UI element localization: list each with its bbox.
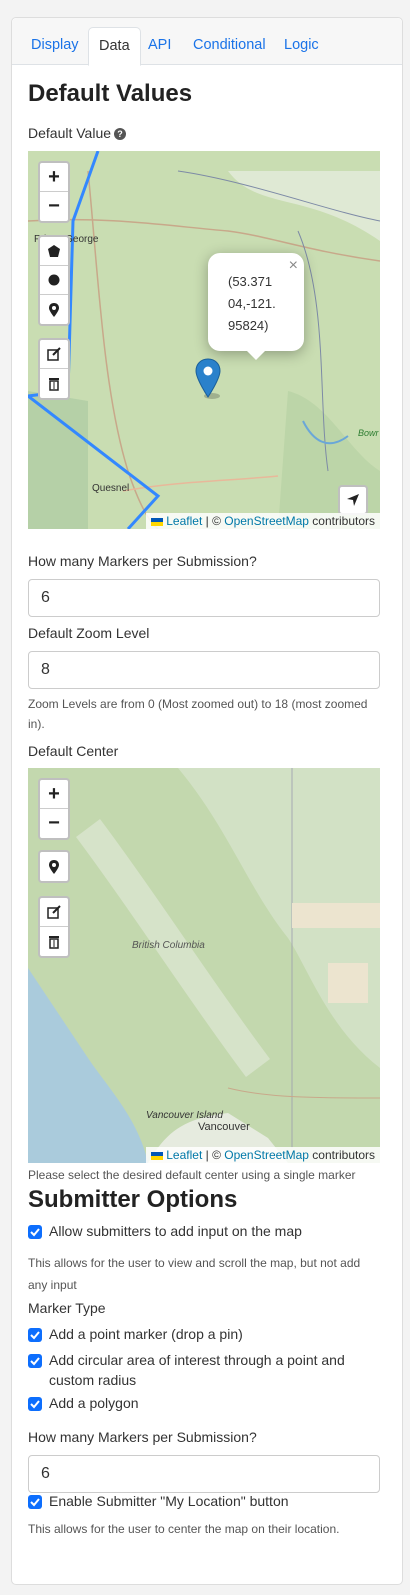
marker-popup: × (53.371 04,-121. 95824): [208, 253, 304, 360]
ukraine-flag-icon: [151, 1151, 164, 1160]
circle-area-label: Add circular area of interest through a …: [49, 1352, 345, 1388]
tab-logic[interactable]: Logic: [274, 27, 329, 65]
tab-conditional[interactable]: Conditional: [183, 27, 276, 65]
point-marker-checkbox[interactable]: [28, 1328, 42, 1342]
leaflet-link[interactable]: Leaflet: [166, 514, 202, 528]
submitter-markers-label: How many Markers per Submission?: [28, 1429, 257, 1445]
allow-input-checkbox[interactable]: [28, 1225, 42, 1239]
markers-per-submission-label: How many Markers per Submission?: [28, 553, 257, 569]
leaflet-link[interactable]: Leaflet: [166, 1148, 202, 1162]
default-center-label: Default Center: [28, 743, 119, 759]
trash-icon[interactable]: [40, 369, 68, 398]
zoom-in-icon[interactable]: +: [40, 780, 68, 809]
zoom-out-icon[interactable]: −: [40, 192, 68, 221]
submitter-options-heading: Submitter Options: [28, 1186, 238, 1213]
map-tiles: Prince George Quesnel Bowr Lake Pro Par: [28, 151, 380, 529]
edit-icon[interactable]: [40, 898, 68, 927]
default-value-label: Default Value?: [28, 125, 127, 141]
tab-display[interactable]: Display: [21, 27, 89, 65]
map-attribution-2: Leaflet | © OpenStreetMap contributors: [146, 1147, 380, 1163]
question-circle-icon[interactable]: ?: [114, 128, 127, 140]
zoom-control-2: + −: [38, 778, 70, 840]
place-vancouver-island: Vancouver Island: [146, 1110, 223, 1121]
check-icon: [30, 1331, 40, 1340]
default-value-map[interactable]: Prince George Quesnel Bowr Lake Pro Par …: [28, 151, 380, 529]
circle-area-checkbox[interactable]: [28, 1354, 42, 1368]
zoom-out-icon[interactable]: −: [40, 809, 68, 838]
polygon-checkbox[interactable]: [28, 1397, 42, 1411]
map-pin-icon[interactable]: [195, 358, 221, 400]
component-settings-panel: Display Data API Conditional Logic Defau…: [11, 17, 403, 1585]
tab-bar: Display Data API Conditional Logic: [12, 18, 402, 66]
place-british-columbia: British Columbia: [132, 940, 205, 951]
place-quesnel: Quesnel: [92, 483, 129, 494]
markers-per-submission-input[interactable]: 6: [28, 579, 380, 617]
default-values-heading: Default Values: [28, 80, 193, 107]
tab-api[interactable]: API: [138, 27, 181, 65]
check-icon: [30, 1400, 40, 1409]
zoom-in-icon[interactable]: +: [40, 163, 68, 192]
marker-type-label: Marker Type: [28, 1300, 106, 1316]
zoom-help-text: Zoom Levels are from 0 (Most zoomed out)…: [28, 697, 368, 731]
marker-icon[interactable]: [40, 852, 68, 881]
map-attribution: Leaflet | © OpenStreetMap contributors: [146, 513, 380, 529]
edit-icon[interactable]: [40, 340, 68, 369]
edit-toolbar-2: [38, 896, 70, 958]
place-bowron: Bowr Lake Pro Par: [358, 428, 380, 438]
draw-toolbar-2: [38, 850, 70, 883]
default-value-label-text: Default Value: [28, 125, 112, 141]
map-tiles-2: British Columbia Vancouver Island Vancou…: [28, 768, 380, 1163]
my-location-checkbox[interactable]: [28, 1495, 42, 1509]
default-zoom-label: Default Zoom Level: [28, 625, 150, 641]
default-center-map[interactable]: British Columbia Vancouver Island Vancou…: [28, 768, 380, 1163]
attribution-contributors: contributors: [308, 1148, 375, 1162]
tab-data[interactable]: Data: [88, 27, 141, 66]
attribution-separator: | ©: [202, 514, 225, 528]
submitter-markers-input[interactable]: 6: [28, 1455, 380, 1493]
ukraine-flag-icon: [151, 517, 164, 526]
trash-icon[interactable]: [40, 927, 68, 956]
locate-arrow-icon[interactable]: [338, 485, 368, 515]
place-vancouver: Vancouver: [198, 1121, 250, 1133]
default-zoom-input[interactable]: 8: [28, 651, 380, 689]
polygon-icon[interactable]: [40, 237, 68, 266]
check-icon: [30, 1357, 40, 1366]
zoom-control: + −: [38, 161, 70, 223]
check-icon: [30, 1228, 40, 1237]
draw-toolbar: [38, 235, 70, 326]
osm-link[interactable]: OpenStreetMap: [224, 514, 309, 528]
attribution-contributors: contributors: [308, 514, 375, 528]
check-icon: [30, 1498, 40, 1507]
circle-icon[interactable]: [40, 266, 68, 295]
allow-input-label: Allow submitters to add input on the map: [49, 1223, 302, 1239]
marker-icon[interactable]: [40, 295, 68, 324]
point-marker-label: Add a point marker (drop a pin): [49, 1326, 243, 1342]
close-icon[interactable]: ×: [289, 255, 298, 277]
attribution-separator: | ©: [202, 1148, 225, 1162]
edit-toolbar: [38, 338, 70, 400]
popup-coordinates: (53.371 04,-121. 95824): [228, 274, 276, 333]
osm-link[interactable]: OpenStreetMap: [224, 1148, 309, 1162]
my-location-help: This allows for the user to center the m…: [28, 1522, 340, 1536]
polygon-label: Add a polygon: [49, 1395, 139, 1411]
allow-input-help: This allows for the user to view and scr…: [28, 1256, 361, 1292]
default-center-help: Please select the desired default center…: [28, 1168, 356, 1182]
my-location-label: Enable Submitter "My Location" button: [49, 1493, 289, 1509]
